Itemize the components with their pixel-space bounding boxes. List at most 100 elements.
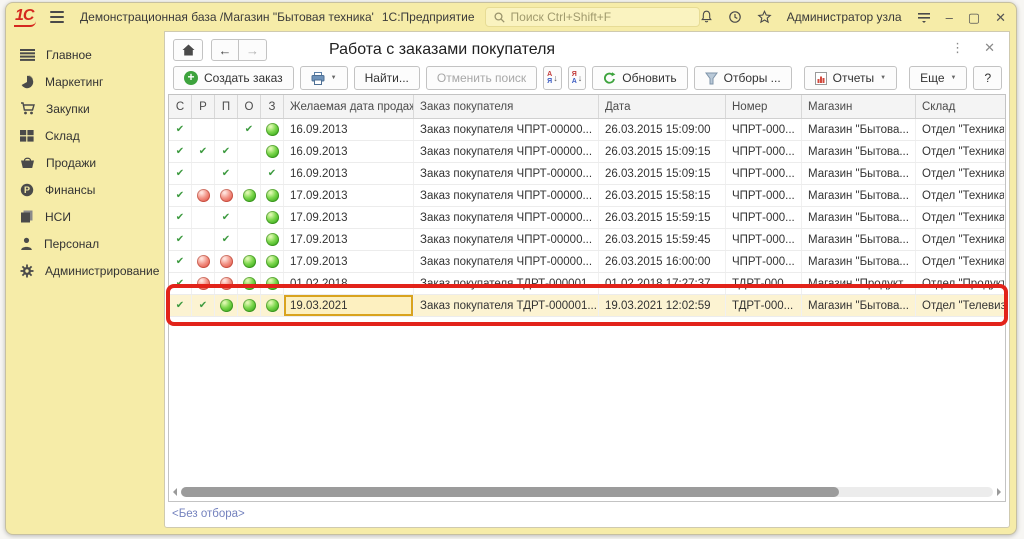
favorites-star-icon[interactable] (757, 10, 772, 24)
cell-shop[interactable]: Магазин "Бытова... (802, 295, 916, 316)
cell-number[interactable]: ЧПРТ-000... (726, 141, 802, 162)
table-row[interactable]: 17.09.2013 Заказ покупателя ЧПРТ-00000..… (169, 229, 1005, 251)
cell-desired-date[interactable]: 01.02.2018 (284, 273, 414, 294)
cell-date[interactable]: 26.03.2015 15:59:15 (599, 207, 726, 228)
scroll-left-icon[interactable] (173, 488, 177, 496)
cell-order[interactable]: Заказ покупателя ЧПРТ-00000... (414, 251, 599, 272)
cancel-search-button[interactable]: Отменить поиск (426, 66, 537, 90)
column-header-o[interactable]: О (238, 95, 261, 118)
cell-warehouse[interactable]: Отдел "Телевизо (916, 295, 1004, 316)
cell-date[interactable]: 26.03.2015 16:00:00 (599, 251, 726, 272)
notifications-bell-icon[interactable] (700, 10, 713, 24)
cell-date[interactable]: 26.03.2015 15:59:45 (599, 229, 726, 250)
back-button[interactable]: ← (211, 39, 239, 61)
cell-number[interactable]: ЧПРТ-000... (726, 229, 802, 250)
cell-desired-date[interactable]: 17.09.2013 (284, 229, 414, 250)
sidebar-item-personal[interactable]: Персонал (6, 230, 164, 257)
cell-order[interactable]: Заказ покупателя ТДРТ-000001... (414, 273, 599, 294)
cell-warehouse[interactable]: Отдел "Техника д (916, 141, 1004, 162)
column-header-z[interactable]: З (261, 95, 284, 118)
cell-shop[interactable]: Магазин "Бытова... (802, 185, 916, 206)
scroll-right-icon[interactable] (997, 488, 1001, 496)
cell-order[interactable]: Заказ покупателя ЧПРТ-00000... (414, 141, 599, 162)
current-user-label[interactable]: Администратор узла (787, 10, 902, 24)
history-icon[interactable] (728, 10, 742, 24)
column-header-p[interactable]: П (215, 95, 238, 118)
column-header-r[interactable]: Р (192, 95, 215, 118)
cell-desired-date[interactable]: 17.09.2013 (284, 251, 414, 272)
cell-number[interactable]: ТДРТ-000... (726, 295, 802, 316)
cell-order[interactable]: Заказ покупателя ЧПРТ-00000... (414, 185, 599, 206)
sort-ascending-button[interactable]: А Я ↓ (543, 66, 562, 90)
find-button[interactable]: Найти... (354, 66, 420, 90)
reports-button[interactable]: Отчеты ▼ (804, 66, 897, 90)
table-row[interactable]: 16.09.2013 Заказ покупателя ЧПРТ-00000..… (169, 163, 1005, 185)
sidebar-item-prodazhi[interactable]: Продажи (6, 149, 164, 176)
cell-warehouse[interactable]: Отдел "Техника д (916, 163, 1004, 184)
sort-descending-button[interactable]: Я А ↓ (568, 66, 587, 90)
column-header-desired-date[interactable]: Желаемая дата продажи (284, 95, 414, 118)
table-row[interactable]: 17.09.2013 Заказ покупателя ЧПРТ-00000..… (169, 185, 1005, 207)
cell-warehouse[interactable]: Отдел "Техника д (916, 251, 1004, 272)
cell-date[interactable]: 19.03.2021 12:02:59 (599, 295, 726, 316)
scrollbar-thumb[interactable] (181, 487, 839, 497)
cell-desired-date[interactable]: 16.09.2013 (284, 141, 414, 162)
print-button[interactable]: ▼ (300, 66, 348, 90)
cell-desired-date[interactable]: 17.09.2013 (284, 185, 414, 206)
sidebar-item-marketing[interactable]: Маркетинг (6, 68, 164, 95)
cell-warehouse[interactable]: Отдел "Техника д (916, 207, 1004, 228)
horizontal-scrollbar[interactable] (173, 486, 1001, 498)
home-button[interactable] (173, 39, 203, 61)
refresh-button[interactable]: Обновить (592, 66, 687, 90)
sidebar-item-glavnoe[interactable]: Главное (6, 41, 164, 68)
cell-order[interactable]: Заказ покупателя ЧПРТ-00000... (414, 229, 599, 250)
column-header-s[interactable]: С (169, 95, 192, 118)
cell-desired-date[interactable]: 17.09.2013 (284, 207, 414, 228)
filters-button[interactable]: Отборы ... (694, 66, 792, 90)
cell-number[interactable]: ЧПРТ-000... (726, 119, 802, 140)
cell-desired-date[interactable]: 19.03.2021 (284, 295, 414, 316)
column-header-warehouse[interactable]: Склад (916, 95, 1004, 118)
sidebar-item-sklad[interactable]: Склад (6, 122, 164, 149)
cell-number[interactable]: ТДРТ-000... (726, 273, 802, 294)
cell-date[interactable]: 26.03.2015 15:09:15 (599, 163, 726, 184)
cell-shop[interactable]: Магазин "Бытова... (802, 251, 916, 272)
table-row[interactable]: 19.03.2021 Заказ покупателя ТДРТ-000001.… (169, 295, 1005, 317)
cell-number[interactable]: ЧПРТ-000... (726, 207, 802, 228)
cell-order[interactable]: Заказ покупателя ЧПРТ-00000... (414, 163, 599, 184)
more-button[interactable]: Еще ▼ (909, 66, 967, 90)
cell-shop[interactable]: Магазин "Бытова... (802, 141, 916, 162)
sidebar-item-zakupki[interactable]: Закупки (6, 95, 164, 122)
cell-date[interactable]: 26.03.2015 15:09:15 (599, 141, 726, 162)
cell-order[interactable]: Заказ покупателя ТДРТ-000001... (414, 295, 599, 316)
cell-order[interactable]: Заказ покупателя ЧПРТ-00000... (414, 207, 599, 228)
service-menu-icon[interactable] (917, 11, 931, 23)
table-row[interactable]: 01.02.2018 Заказ покупателя ТДРТ-000001.… (169, 273, 1005, 295)
sidebar-item-administrirovanie[interactable]: Администрирование (6, 257, 164, 284)
cell-shop[interactable]: Магазин "Бытова... (802, 119, 916, 140)
panel-close-icon[interactable]: ✕ (984, 40, 995, 56)
cell-number[interactable]: ЧПРТ-000... (726, 251, 802, 272)
cell-shop[interactable]: Магазин "Бытова... (802, 163, 916, 184)
cell-warehouse[interactable]: Отдел "Техника д (916, 185, 1004, 206)
cell-warehouse[interactable]: Отдел "Техника д (916, 119, 1004, 140)
cell-number[interactable]: ЧПРТ-000... (726, 185, 802, 206)
column-header-date[interactable]: Дата (599, 95, 726, 118)
cell-date[interactable]: 26.03.2015 15:09:00 (599, 119, 726, 140)
sidebar-item-nsi[interactable]: НСИ (6, 203, 164, 230)
scrollbar-track[interactable] (181, 487, 993, 497)
help-button[interactable]: ? (973, 66, 1002, 90)
maximize-button[interactable]: ▢ (968, 11, 980, 24)
cell-warehouse[interactable]: Отдел "Техника д (916, 229, 1004, 250)
panel-menu-icon[interactable]: ⋮ (951, 40, 964, 56)
column-header-order[interactable]: Заказ покупателя (414, 95, 599, 118)
column-header-shop[interactable]: Магазин (802, 95, 916, 118)
cell-warehouse[interactable]: Отдел "Продукты (916, 273, 1004, 294)
table-row[interactable]: 16.09.2013 Заказ покупателя ЧПРТ-00000..… (169, 141, 1005, 163)
cell-number[interactable]: ЧПРТ-000... (726, 163, 802, 184)
cell-order[interactable]: Заказ покупателя ЧПРТ-00000... (414, 119, 599, 140)
cell-date[interactable]: 01.02.2018 17:27:37 (599, 273, 726, 294)
close-button[interactable]: ✕ (995, 11, 1006, 24)
cell-date[interactable]: 26.03.2015 15:58:15 (599, 185, 726, 206)
forward-button[interactable]: → (239, 39, 267, 61)
